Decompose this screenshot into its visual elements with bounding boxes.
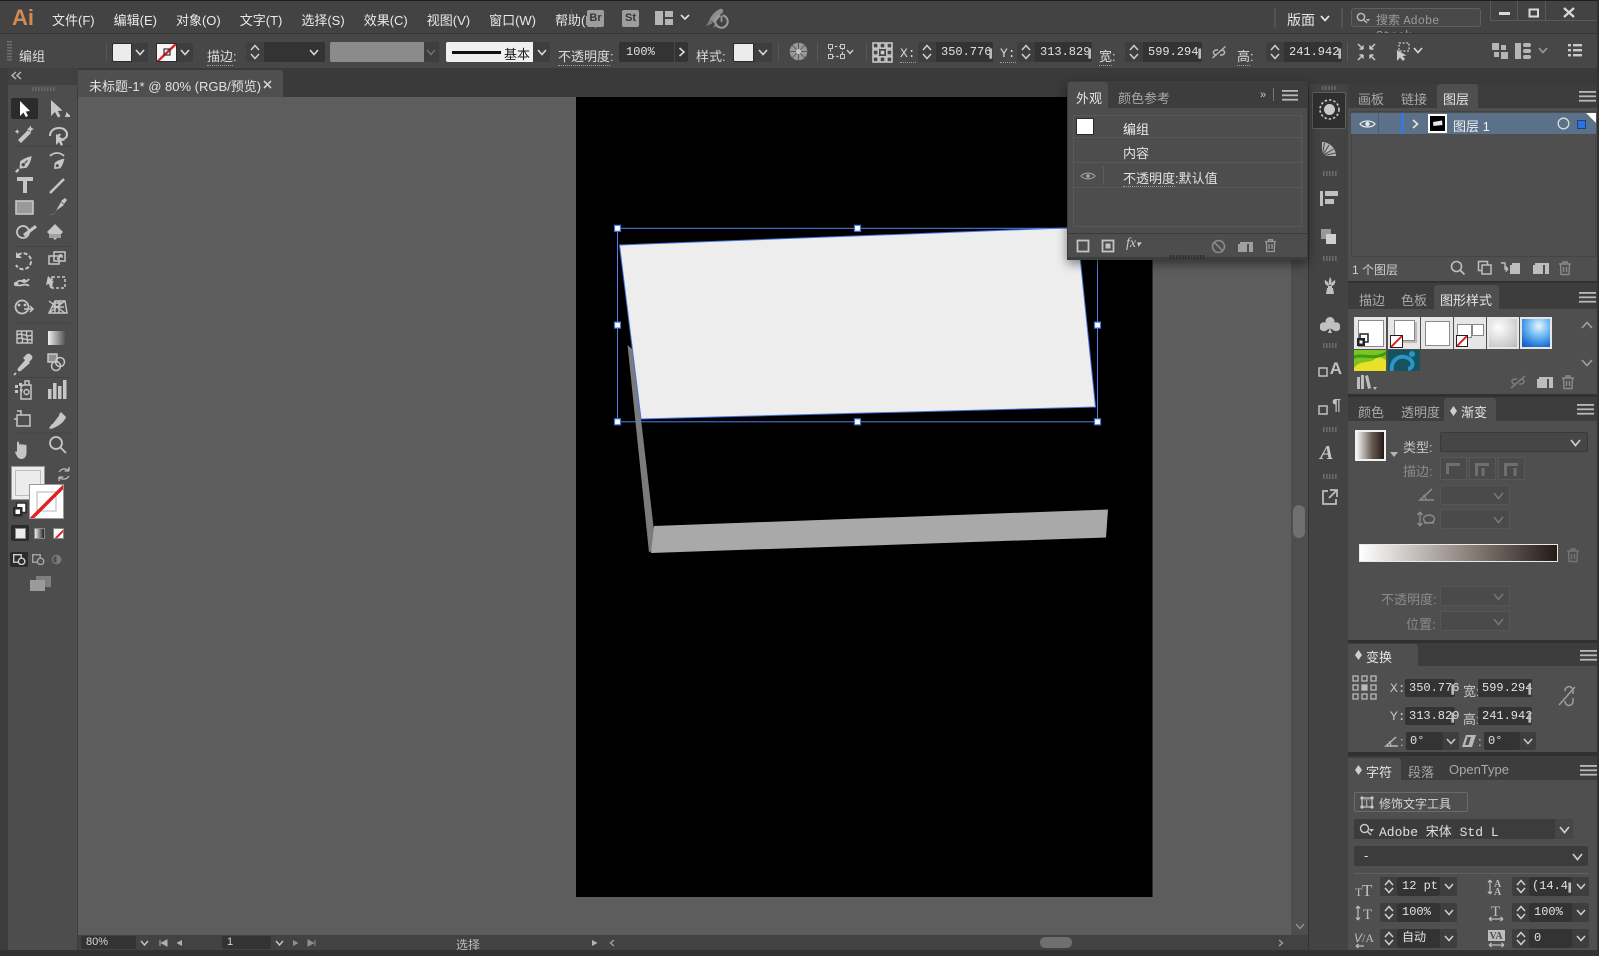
svg-text:VA: VA bbox=[1490, 931, 1504, 942]
svg-text:T: T bbox=[1364, 798, 1370, 808]
svg-text:/A: /A bbox=[1362, 931, 1374, 945]
svg-text:T: T bbox=[1491, 904, 1500, 920]
svg-text:A: A bbox=[1494, 887, 1502, 896]
svg-text:T: T bbox=[1363, 907, 1372, 922]
svg-text:T: T bbox=[1362, 881, 1373, 897]
